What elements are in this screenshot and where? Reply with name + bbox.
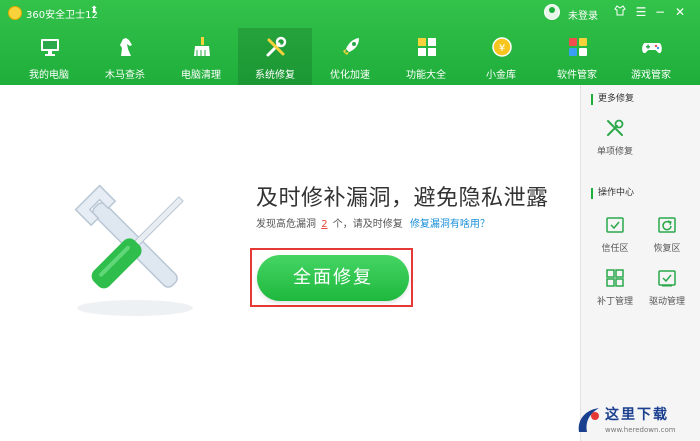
nav-label: 木马查杀 bbox=[105, 70, 145, 81]
broom-icon bbox=[194, 37, 210, 56]
page-headline: 及时修补漏洞，避免隐私泄露 bbox=[256, 186, 549, 211]
user-avatar-icon[interactable] bbox=[544, 4, 560, 20]
nav-trojan-scan[interactable]: 木马查杀 bbox=[88, 28, 162, 85]
login-link[interactable]: 未登录 bbox=[568, 7, 598, 22]
trust-zone-icon bbox=[606, 217, 624, 233]
single-repair-icon bbox=[607, 119, 624, 136]
nav-system-repair[interactable]: 系统修复 bbox=[238, 28, 312, 85]
restore-zone-button[interactable]: 恢复区 bbox=[641, 215, 693, 259]
trust-zone-button[interactable]: 信任区 bbox=[589, 215, 641, 259]
app-logo-icon bbox=[8, 6, 22, 20]
nav-software[interactable]: 软件管家 bbox=[540, 28, 614, 85]
app-title: 360安全卫士12 bbox=[26, 10, 98, 21]
monitor-icon bbox=[41, 39, 59, 56]
nav-my-computer[interactable]: 我的电脑 bbox=[12, 28, 86, 85]
title-bar: 360安全卫士12 ⬆ 未登录 ☰ − ✕ bbox=[0, 0, 700, 26]
svg-text:¥: ¥ bbox=[499, 43, 505, 54]
nav-games[interactable]: 游戏管家 bbox=[614, 28, 688, 85]
app-window: 360安全卫士12 ⬆ 未登录 ☰ − ✕ 我的电脑 木马查杀 电脑清理 系统修… bbox=[0, 0, 700, 441]
repair-tools-illustration bbox=[74, 184, 193, 316]
restore-zone-icon bbox=[658, 217, 676, 233]
nav-label: 小金库 bbox=[486, 70, 516, 81]
summary-suffix: 个，请及时修复 bbox=[332, 219, 403, 230]
help-link[interactable]: 修复漏洞有啥用？ bbox=[410, 219, 490, 230]
nav-cleanup[interactable]: 电脑清理 bbox=[164, 28, 238, 85]
menu-icon[interactable]: ☰ bbox=[633, 4, 649, 20]
software-icon bbox=[569, 38, 587, 56]
nav-label: 功能大全 bbox=[406, 70, 446, 81]
nav-label: 系统修复 bbox=[255, 70, 295, 81]
nav-label: 我的电脑 bbox=[29, 70, 69, 81]
patch-icon bbox=[606, 269, 624, 287]
driver-management-button[interactable]: 驱动管理 bbox=[641, 268, 693, 312]
header: 360安全卫士12 ⬆ 未登录 ☰ − ✕ 我的电脑 木马查杀 电脑清理 系统修… bbox=[0, 0, 700, 85]
patch-management-button[interactable]: 补丁管理 bbox=[589, 268, 641, 312]
nav-label: 游戏管家 bbox=[631, 70, 671, 81]
nav-label: 电脑清理 bbox=[181, 70, 221, 81]
nav-label: 软件管家 bbox=[557, 70, 597, 81]
vulnerability-summary: 发现高危漏洞 2 个，请及时修复 修复漏洞有啥用？ bbox=[256, 215, 490, 230]
skin-icon[interactable] bbox=[612, 4, 628, 20]
summary-prefix: 发现高危漏洞 bbox=[256, 219, 316, 230]
minimize-icon[interactable]: − bbox=[652, 4, 668, 20]
close-icon[interactable]: ✕ bbox=[672, 4, 688, 20]
watermark-text: 这里下载 bbox=[605, 407, 669, 423]
coin-icon: ¥ bbox=[492, 37, 512, 57]
single-repair-label: 单项修复 bbox=[596, 147, 633, 157]
vulnerability-count[interactable]: 2 bbox=[319, 219, 329, 230]
patch-management-label: 补丁管理 bbox=[596, 297, 633, 307]
trust-zone-label: 信任区 bbox=[601, 244, 629, 254]
watermark-logo-icon bbox=[578, 408, 599, 432]
nav-features[interactable]: 功能大全 bbox=[389, 28, 463, 85]
watermark-url: www.heredown.com bbox=[605, 426, 676, 434]
nav-label: 优化加速 bbox=[330, 70, 370, 81]
grid-icon bbox=[418, 38, 436, 56]
driver-icon bbox=[658, 270, 676, 287]
nav-optimize[interactable]: 优化加速 bbox=[313, 28, 387, 85]
full-repair-button[interactable]: 全面修复 bbox=[257, 255, 409, 301]
driver-management-label: 驱动管理 bbox=[648, 297, 685, 307]
more-repair-title: 更多修复 bbox=[591, 94, 634, 105]
restore-zone-label: 恢复区 bbox=[653, 244, 681, 254]
ops-center-title: 操作中心 bbox=[591, 188, 634, 199]
nav-vault[interactable]: ¥ 小金库 bbox=[464, 28, 538, 85]
rocket-icon bbox=[343, 38, 359, 55]
main-nav: 我的电脑 木马查杀 电脑清理 系统修复 优化加速 功能大全 ¥ 小金库 软件管家… bbox=[0, 28, 700, 85]
horse-icon bbox=[120, 38, 132, 56]
single-repair-button[interactable]: 单项修复 bbox=[589, 118, 641, 162]
tools-icon bbox=[266, 36, 287, 57]
right-sidebar: 更多修复 单项修复 操作中心 信任区 恢复区 补丁管理 驱动管理 bbox=[580, 85, 700, 441]
gamepad-icon bbox=[642, 43, 662, 54]
watermark: 这里下载 www.heredown.com bbox=[575, 400, 700, 441]
upgrade-arrow-icon[interactable]: ⬆ bbox=[90, 5, 98, 16]
